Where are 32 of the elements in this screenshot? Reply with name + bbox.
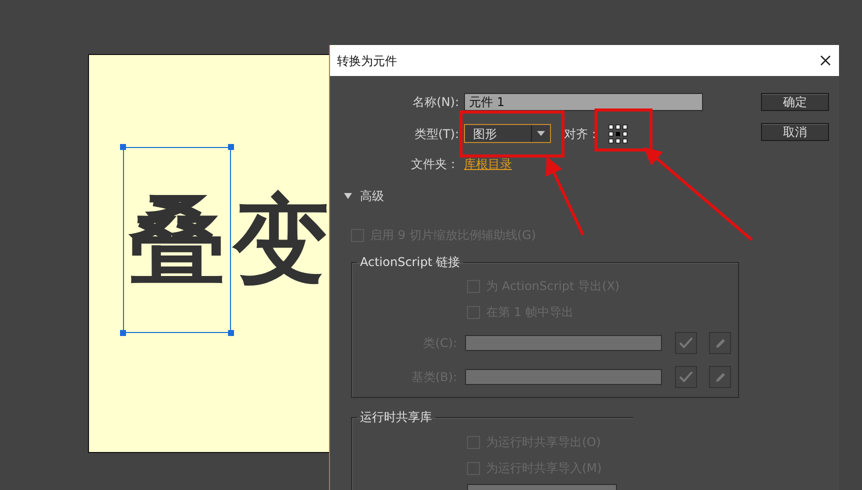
edit-button[interactable] <box>709 366 731 388</box>
folder-link[interactable]: 库根目录 <box>464 157 512 171</box>
checkmark-icon <box>679 371 693 383</box>
registration-grid-icon[interactable] <box>608 124 628 144</box>
checkmark-icon <box>679 337 693 349</box>
align-label: 对齐： <box>564 126 600 142</box>
disclosure-triangle-icon[interactable] <box>344 192 352 200</box>
resize-handle[interactable] <box>228 330 234 336</box>
group-title: ActionScript 链接 <box>359 254 462 270</box>
annotation-frame <box>594 108 652 152</box>
canvas-text: 叠 <box>129 192 225 288</box>
resize-handle[interactable] <box>120 330 126 336</box>
resize-handle[interactable] <box>228 144 234 150</box>
name-input[interactable]: 元件 1 <box>464 93 703 111</box>
group-title: 运行时共享库 <box>359 409 433 425</box>
dialog-button[interactable]: 取消 <box>761 123 829 141</box>
type-label: 类型(T): <box>413 126 459 142</box>
canvas-text: 变 <box>233 192 329 288</box>
resize-handle[interactable] <box>120 144 126 150</box>
dialog-button[interactable]: 确定 <box>761 93 829 111</box>
pencil-icon <box>714 370 726 384</box>
pencil-icon <box>714 336 726 350</box>
caret-icon <box>537 131 545 136</box>
validate-button[interactable] <box>675 332 697 354</box>
close-icon[interactable] <box>820 55 831 66</box>
validate-button[interactable] <box>675 366 697 388</box>
folder-label: 文件夹： <box>410 156 459 172</box>
name-label: 名称(N): <box>412 94 459 110</box>
type-dropdown[interactable]: 图形 <box>464 124 551 143</box>
section-heading[interactable]: 高级 <box>360 188 384 204</box>
window-title: 转换为元件 <box>337 52 397 68</box>
edit-button[interactable] <box>709 332 731 354</box>
